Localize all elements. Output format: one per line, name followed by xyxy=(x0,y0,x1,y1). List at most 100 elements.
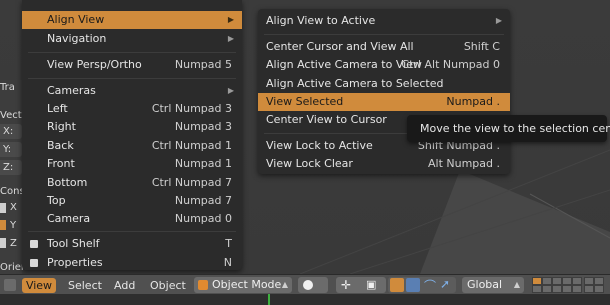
menu-item-label: Center Cursor and View All xyxy=(266,40,414,53)
mode-selector-label: Object Mode xyxy=(212,278,282,291)
shading-selector[interactable] xyxy=(298,277,328,293)
pivot-snap-group: ✛ ▣ xyxy=(336,277,386,293)
menu-separator xyxy=(28,231,236,232)
menu-item-shortcut: T xyxy=(225,237,232,250)
chevron-updown-icon: ▲ xyxy=(281,280,288,289)
solid-shading-icon xyxy=(303,280,313,290)
submenu-item-align-camera-to-view[interactable]: Align Active Camera to View Ctrl Alt Num… xyxy=(258,56,510,74)
editor-type-icon[interactable] xyxy=(4,279,16,291)
menu-separator xyxy=(264,34,504,35)
menu-item-left[interactable]: Left Ctrl Numpad 3 xyxy=(22,100,242,118)
scale-manipulator-icon[interactable]: ➚ xyxy=(440,277,450,291)
menu-item-tool-shelf[interactable]: Tool Shelf T xyxy=(22,235,242,253)
object-menu-button[interactable]: Object xyxy=(150,278,186,293)
menu-item-label: Properties xyxy=(47,256,103,269)
submenu-arrow-icon: ▶ xyxy=(495,16,502,25)
menu-item-align-view[interactable]: Align View ▶ xyxy=(22,11,242,29)
view-menu-button[interactable]: View xyxy=(22,278,56,293)
menu-item-shortcut: Numpad 1 xyxy=(174,157,232,170)
menu-item-shortcut: Numpad 3 xyxy=(174,120,232,133)
layer-button[interactable] xyxy=(572,285,582,293)
timeline-strip[interactable] xyxy=(0,294,610,305)
layer-button[interactable] xyxy=(542,277,552,285)
menu-item-label: Align Active Camera to View xyxy=(266,58,422,71)
layer-button[interactable] xyxy=(572,277,582,285)
align-view-submenu: Align View to Active ▶ Center Cursor and… xyxy=(258,9,510,174)
layer-button[interactable] xyxy=(594,277,604,285)
layer-button[interactable] xyxy=(562,277,572,285)
rotate-manipulator-icon[interactable]: ⌒ xyxy=(424,277,436,294)
submenu-arrow-icon: ▶ xyxy=(227,86,234,95)
menu-item-shortcut: Ctrl Numpad 3 xyxy=(151,102,232,115)
transform-tab-label[interactable]: Tra xyxy=(0,82,15,93)
menu-item-label: Tool Shelf xyxy=(47,237,100,250)
menu-item-shortcut: Ctrl Numpad 1 xyxy=(151,139,232,152)
menu-item-label: Back xyxy=(47,139,74,152)
bounding-box-icon[interactable]: ▣ xyxy=(366,278,376,291)
pivot-point-icon[interactable]: ✛ xyxy=(341,278,351,292)
axis-z-label: Z xyxy=(10,238,17,249)
menu-item-front[interactable]: Front Numpad 1 xyxy=(22,155,242,173)
menu-item-label: View Selected xyxy=(266,95,344,108)
menu-item-shortcut: Numpad 0 xyxy=(174,212,232,225)
menu-item-label: Top xyxy=(47,194,66,207)
menu-item-shortcut: Numpad 5 xyxy=(174,58,232,71)
menu-separator xyxy=(28,78,236,79)
menu-item-shortcut: Shift C xyxy=(463,40,500,53)
layer-button[interactable] xyxy=(562,285,572,293)
menu-item-bottom[interactable]: Bottom Ctrl Numpad 7 xyxy=(22,174,242,192)
menu-item-shortcut: Ctrl Alt Numpad 0 xyxy=(401,58,500,71)
tooltip: Move the view to the selection center xyxy=(407,115,610,142)
submenu-item-center-cursor-view-all[interactable]: Center Cursor and View All Shift C xyxy=(258,38,510,56)
menu-item-label: Cameras xyxy=(47,84,96,97)
menu-item-label: Left xyxy=(47,102,68,115)
menu-separator xyxy=(28,52,236,53)
menu-item-label: View Lock Clear xyxy=(266,157,353,170)
menu-item-label: Right xyxy=(47,120,76,133)
layer-button[interactable] xyxy=(552,277,562,285)
submenu-item-view-lock-clear[interactable]: View Lock Clear Alt Numpad . xyxy=(258,155,510,173)
menu-item-label: Align View to Active xyxy=(266,14,376,27)
layer-buttons[interactable] xyxy=(532,277,608,293)
menu-item-right[interactable]: Right Numpad 3 xyxy=(22,118,242,136)
layer-button[interactable] xyxy=(552,285,562,293)
submenu-item-view-selected[interactable]: View Selected Numpad . xyxy=(258,93,510,111)
menu-item-properties[interactable]: Properties N xyxy=(22,254,242,272)
manipulator-toggle-icon[interactable] xyxy=(390,278,404,292)
layer-button[interactable] xyxy=(594,285,604,293)
menu-item-label: Navigation xyxy=(47,32,107,45)
select-menu-button[interactable]: Select xyxy=(68,278,102,293)
axis-y-checkbox[interactable] xyxy=(0,220,6,230)
menu-item-label: View Persp/Ortho xyxy=(47,58,142,71)
axis-x-checkbox[interactable] xyxy=(0,203,6,213)
layer-button[interactable] xyxy=(584,277,594,285)
transform-orientation-selector[interactable]: Global ▲ xyxy=(462,277,524,293)
menu-item-top[interactable]: Top Numpad 7 xyxy=(22,192,242,210)
menu-item-shortcut: N xyxy=(223,256,232,269)
layer-button[interactable] xyxy=(542,285,552,293)
layer-button[interactable] xyxy=(532,285,542,293)
viewport-header: View Select Add Object Object Mode ▲ ✛ ▣… xyxy=(0,274,610,295)
axis-z-checkbox[interactable] xyxy=(0,238,6,248)
menu-item-view-persp-ortho[interactable]: View Persp/Ortho Numpad 5 xyxy=(22,56,242,74)
axis-y-label: Y xyxy=(10,220,17,231)
properties-panel: Tra Vecto X: Y: Z: Const X Y Z Orien xyxy=(0,80,29,274)
submenu-item-align-view-to-active[interactable]: Align View to Active ▶ xyxy=(258,12,510,30)
menu-item-camera[interactable]: Camera Numpad 0 xyxy=(22,210,242,228)
current-frame-marker[interactable] xyxy=(268,294,270,305)
menu-item-cameras[interactable]: Cameras ▶ xyxy=(22,82,242,100)
manipulator-group: ⌒ ➚ xyxy=(388,277,456,293)
menu-item-label: Align View xyxy=(47,13,105,26)
menu-item-back[interactable]: Back Ctrl Numpad 1 xyxy=(22,137,242,155)
submenu-arrow-icon: ▶ xyxy=(227,34,234,43)
menu-item-navigation[interactable]: Navigation ▶ xyxy=(22,30,242,48)
mode-selector[interactable]: Object Mode ▲ xyxy=(194,277,292,293)
menu-item-shortcut: Ctrl Numpad 7 xyxy=(151,176,232,189)
layer-button[interactable] xyxy=(584,285,594,293)
x-field-label: X: xyxy=(3,126,14,137)
add-menu-button[interactable]: Add xyxy=(114,278,135,293)
submenu-item-align-camera-to-selected[interactable]: Align Active Camera to Selected xyxy=(258,75,510,93)
translate-manipulator-icon[interactable] xyxy=(406,278,420,292)
layer-1-button[interactable] xyxy=(532,277,542,285)
y-field-label: Y: xyxy=(3,144,12,155)
